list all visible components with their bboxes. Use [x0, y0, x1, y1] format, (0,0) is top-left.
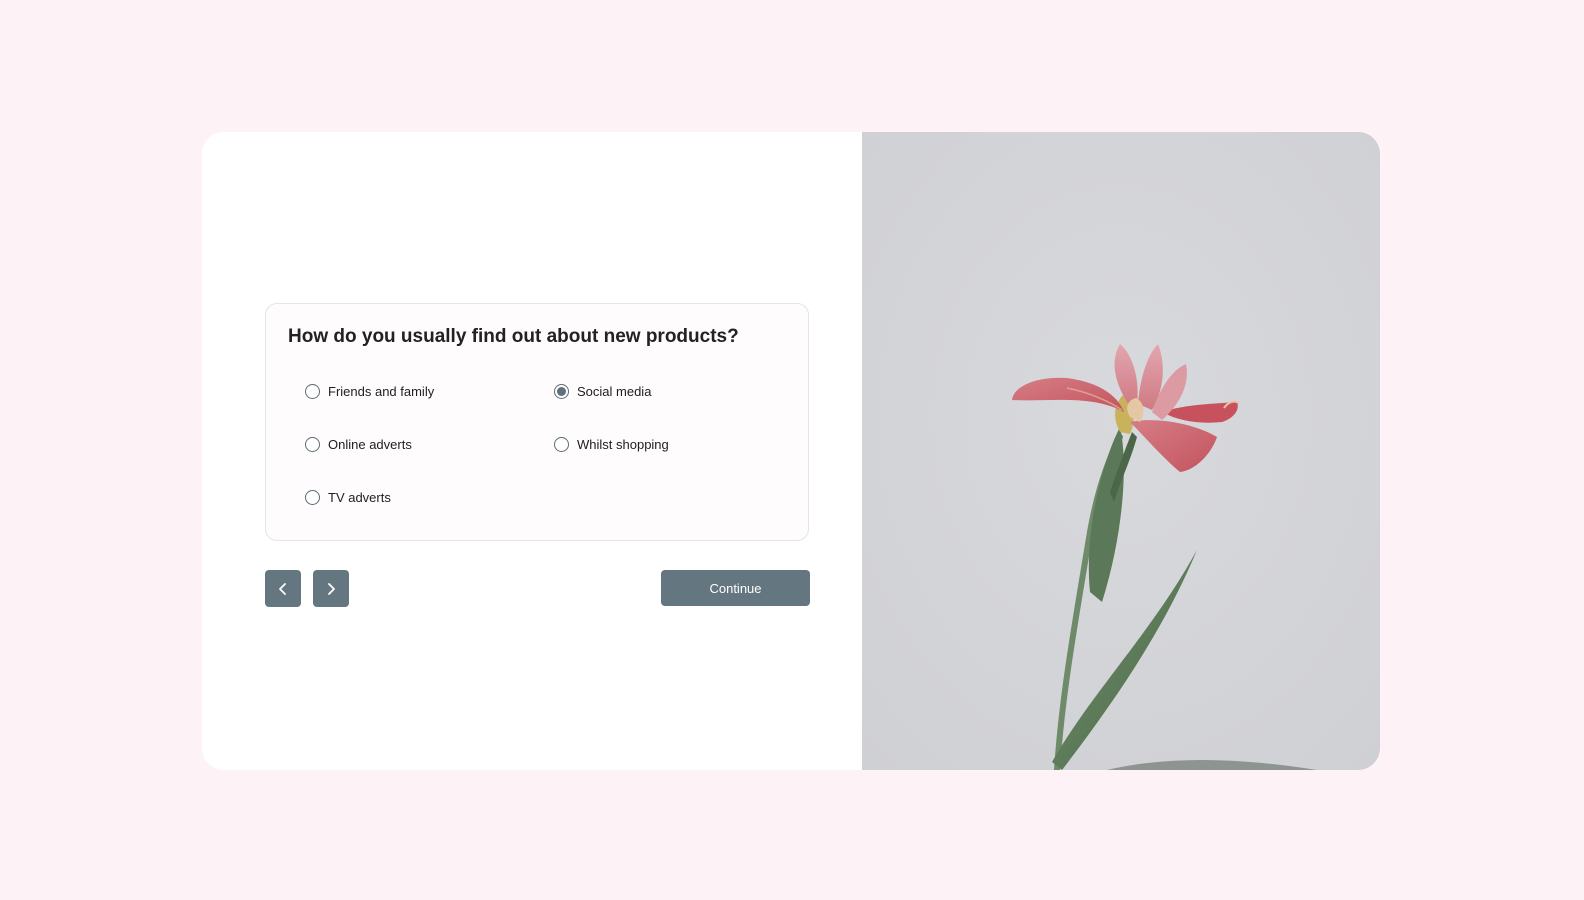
option-label: Social media	[577, 384, 652, 399]
question-box: How do you usually find out about new pr…	[265, 303, 809, 541]
chevron-right-icon	[328, 582, 335, 595]
option-online-adverts[interactable]: Online adverts	[305, 437, 412, 452]
option-label: Online adverts	[328, 437, 412, 452]
radio-whilst-shopping[interactable]	[554, 437, 569, 452]
option-whilst-shopping[interactable]: Whilst shopping	[554, 437, 669, 452]
previous-button[interactable]	[265, 570, 301, 607]
radio-friends-and-family[interactable]	[305, 384, 320, 399]
option-social-media[interactable]: Social media	[554, 384, 651, 399]
survey-pane: How do you usually find out about new pr…	[202, 132, 862, 770]
option-friends-and-family[interactable]: Friends and family	[305, 384, 434, 399]
survey-card: How do you usually find out about new pr…	[202, 132, 1380, 770]
option-label: TV adverts	[328, 490, 391, 505]
next-button[interactable]	[313, 570, 349, 607]
radio-online-adverts[interactable]	[305, 437, 320, 452]
option-label: Whilst shopping	[577, 437, 669, 452]
radio-selected-dot	[557, 387, 566, 396]
flower-photo	[862, 132, 1380, 770]
chevron-left-icon	[279, 582, 286, 595]
image-pane	[862, 132, 1380, 770]
option-tv-adverts[interactable]: TV adverts	[305, 490, 391, 505]
option-label: Friends and family	[328, 384, 435, 399]
question-title: How do you usually find out about new pr…	[288, 326, 739, 347]
radio-tv-adverts[interactable]	[305, 490, 320, 505]
continue-button[interactable]: Continue	[661, 570, 810, 606]
radio-social-media[interactable]	[554, 384, 569, 399]
